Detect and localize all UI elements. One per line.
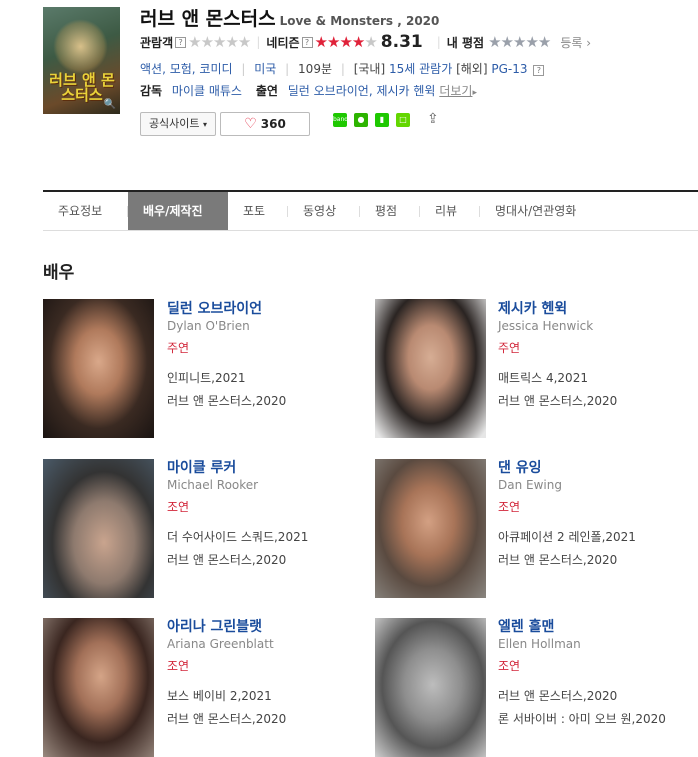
genre-link[interactable]: 액션, 모험, 코미디 [140,62,233,76]
actor-filmography-item[interactable]: 론 서바이버 : 아미 오브 원,2020 [498,710,666,727]
actor-name[interactable]: 엘렌 홀맨 [498,616,554,636]
actor-name[interactable]: 댄 유잉 [498,457,542,477]
director-label: 감독 [140,84,163,98]
tab-cast-crew[interactable]: 배우/제작진 [128,192,228,230]
domestic-rating-link[interactable]: 15세 관람가 [389,62,452,76]
actor-photo[interactable] [43,459,154,598]
actor-photo[interactable] [375,299,486,438]
like-button[interactable]: ♡ 360 [220,112,310,136]
netizen-stars: ★★★★★ [314,33,378,51]
cast-link[interactable]: 딜런 오브라이언, 제시카 헨윅 [288,84,436,98]
actor-english-name: Ellen Hollman [498,637,581,651]
actor-filmography-item[interactable]: 러브 앤 몬스터스,2020 [167,392,286,409]
actor-filmography-item[interactable]: 인피니트,2021 [167,369,246,386]
my-rating-stars[interactable]: ★★★★★ [488,33,551,51]
my-rating-label: 내 평점 [446,35,485,50]
actor-role: 조연 [167,500,190,514]
actor-name[interactable]: 마이클 루커 [167,457,236,477]
section-title-actors: 배우 [43,263,75,283]
tab-video[interactable]: 동영상 [288,192,360,230]
chevron-right-icon: ▸ [472,88,477,98]
divider: | [285,62,290,76]
actor-name[interactable]: 제시카 헨윅 [498,298,567,318]
memo-share-icon[interactable]: □ [396,113,410,127]
actor-english-name: Michael Rooker [167,478,259,492]
tab-photo[interactable]: 포토 [228,192,288,230]
actor-photo[interactable] [375,618,486,757]
actor-photo[interactable] [375,459,486,598]
movie-title-en: Love & Monsters , 2020 [279,14,440,28]
actor-filmography-item[interactable]: 매트릭스 4,2021 [498,369,588,386]
actor-photo[interactable] [43,618,154,757]
tab-main-info[interactable]: 주요정보 [43,192,128,230]
official-site-dropdown[interactable]: 공식사이트 ▾ [140,112,216,136]
info-row: 액션, 모험, 코미디 | 미국 | 109분 | [국내] 15세 관람가 [… [140,60,546,77]
movie-poster[interactable]: 러브 앤 몬스터스 🔍 [43,7,120,114]
help-icon[interactable]: ? [533,65,545,76]
actor-name[interactable]: 딜런 오브라이언 [167,298,262,318]
actor-filmography-item[interactable]: 아큐페이션 2 레인폴,2021 [498,528,636,545]
divider: | [340,62,345,76]
overseas-label: [해외] [456,62,488,76]
magnify-icon: 🔍 [103,99,116,110]
audience-label: 관람객 [140,35,174,50]
chevron-down-icon: ▾ [203,120,208,129]
register-link[interactable]: 등록 › [560,34,591,51]
actor-filmography-item[interactable]: 러브 앤 몬스터스,2020 [498,392,617,409]
actor-role: 주연 [167,341,190,355]
more-link[interactable]: 더보기 [439,84,472,98]
actor-role: 주연 [498,341,521,355]
actor-filmography-item[interactable]: 보스 베이비 2,2021 [167,687,272,704]
tab-quotes-related[interactable]: 명대사/연관영화 [480,192,620,230]
heart-icon: ♡ [244,116,257,132]
divider: | [256,35,261,49]
divider: | [436,35,441,49]
netizen-label: 네티즌 [266,35,300,50]
netizen-score: 8.31 [380,32,423,52]
audience-stars: ★★★★★ [188,33,251,51]
actor-role: 조연 [498,659,521,673]
bookmark-share-icon[interactable]: ▮ [375,113,389,127]
movie-title-ko: 러브 앤 몬스터스 [140,8,276,30]
actor-role: 조연 [498,500,521,514]
movie-title: 러브 앤 몬스터스 Love & Monsters , 2020 [140,4,439,31]
country-link[interactable]: 미국 [254,62,276,76]
overseas-rating-link[interactable]: PG-13 [491,62,527,76]
share-icon[interactable]: ⇪ [427,111,439,127]
like-count: 360 [260,117,286,131]
tab-rating[interactable]: 평점 [360,192,420,230]
band-share-icon[interactable]: band [333,113,348,127]
rating-row: 관람객 ? ★★★★★ | 네티즌 ? ★★★★★ 8.31 | 내 평점 ★★… [140,32,591,52]
cast-label: 출연 [255,84,278,98]
actor-english-name: Dylan O'Brien [167,319,250,333]
actor-role: 조연 [167,659,190,673]
director-link[interactable]: 마이클 매튜스 [172,84,242,98]
help-icon[interactable]: ? [301,36,313,48]
actor-english-name: Dan Ewing [498,478,562,492]
tab-bar: 주요정보 배우/제작진 포토 동영상 평점 리뷰 명대사/연관영화 [43,190,698,231]
actor-name[interactable]: 아리나 그린블랫 [167,616,262,636]
actor-photo[interactable] [43,299,154,438]
poster-art [53,19,108,74]
actor-filmography-item[interactable]: 러브 앤 몬스터스,2020 [498,687,617,704]
actor-filmography-item[interactable]: 러브 앤 몬스터스,2020 [167,710,286,727]
line-share-icon[interactable]: ● [354,113,368,127]
divider: | [241,62,246,76]
domestic-label: [국내] [353,62,386,76]
actor-filmography-item[interactable]: 더 수어사이드 스쿼드,2021 [167,528,308,545]
actor-filmography-item[interactable]: 러브 앤 몬스터스,2020 [167,551,286,568]
actor-english-name: Ariana Greenblatt [167,637,274,651]
tab-review[interactable]: 리뷰 [420,192,480,230]
runtime: 109분 [298,62,332,76]
actor-filmography-item[interactable]: 러브 앤 몬스터스,2020 [498,551,617,568]
actor-english-name: Jessica Henwick [498,319,594,333]
credits-row: 감독 마이클 매튜스 출연 딜런 오브라이언, 제시카 헨윅 더보기▸ [140,82,477,99]
help-icon[interactable]: ? [175,36,187,48]
